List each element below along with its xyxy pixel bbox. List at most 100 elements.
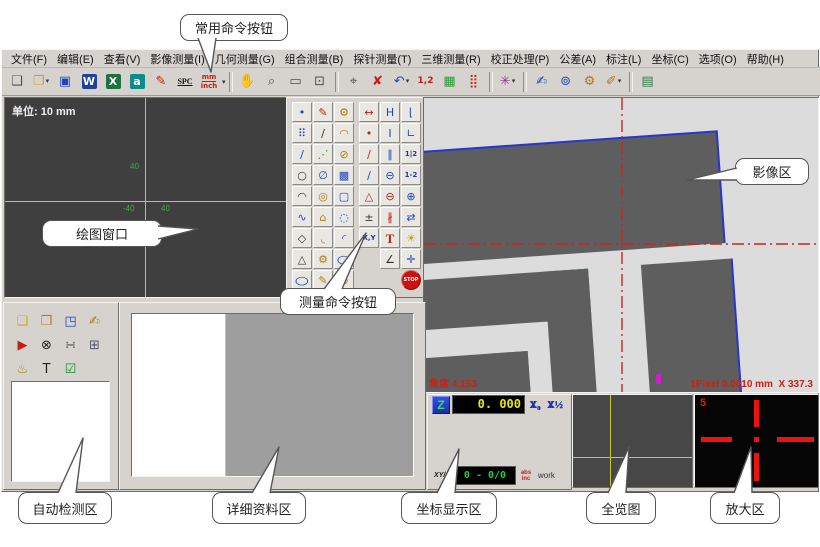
point-number-labels[interactable]: 1,2 bbox=[415, 71, 437, 93]
stage-traverse[interactable]: ✳▾ bbox=[497, 71, 519, 93]
axis-align-12[interactable]: 1|2 bbox=[401, 144, 421, 164]
zoom-tool[interactable]: ⌕ bbox=[261, 71, 283, 93]
abort-run[interactable]: ⊗ bbox=[35, 334, 58, 356]
axis-zero-button[interactable]: Z₀ bbox=[525, 399, 545, 411]
dropdown-caret[interactable]: ▾ bbox=[618, 78, 622, 85]
open-part[interactable]: ❒ bbox=[35, 310, 58, 332]
settings-gears[interactable]: ⚙ bbox=[579, 71, 601, 93]
menu-item[interactable]: 探针测量(T) bbox=[348, 51, 416, 67]
offset-point[interactable]: ± bbox=[359, 207, 379, 227]
angle-3pt[interactable]: △ bbox=[359, 186, 379, 206]
text-tolerance[interactable]: T bbox=[35, 358, 58, 380]
magnifier-view[interactable]: 5 bbox=[694, 394, 819, 488]
circle-scan[interactable]: ◌ bbox=[334, 207, 354, 227]
open-file[interactable]: ❒▾ bbox=[30, 71, 52, 93]
polygon-tool[interactable]: △ bbox=[292, 249, 312, 269]
drawing-window[interactable]: 单位: 10 mm 40 -40 40 bbox=[4, 97, 287, 298]
menu-item[interactable]: 编辑(E) bbox=[52, 51, 99, 67]
menu-item[interactable]: 公差(A) bbox=[554, 51, 601, 67]
mode-xy-rtheta-button[interactable]: XY/rθ bbox=[432, 467, 454, 484]
rectangle-tool[interactable]: ◇ bbox=[292, 228, 312, 248]
dot-array-display[interactable]: ⣿ bbox=[463, 71, 485, 93]
circle-line-distance[interactable]: ⊖ bbox=[380, 165, 400, 185]
stage-move-cross[interactable]: ✛ bbox=[401, 249, 421, 269]
menu-item[interactable]: 选项(O) bbox=[694, 51, 742, 67]
point-array[interactable]: ⠿ bbox=[292, 123, 312, 143]
rect-scan[interactable]: ▢ bbox=[334, 186, 354, 206]
dropdown-caret[interactable]: ▾ bbox=[406, 78, 410, 85]
step-nodes[interactable]: ∺ bbox=[59, 334, 82, 356]
grid-display[interactable]: ▦ bbox=[439, 71, 461, 93]
point-line-perp[interactable]: ⌊ bbox=[401, 102, 421, 122]
perpendicularity[interactable]: ∟ bbox=[401, 123, 421, 143]
menu-item[interactable]: 三维测量(R) bbox=[416, 51, 485, 67]
dropdown-caret[interactable]: ▾ bbox=[46, 78, 50, 85]
area-scan[interactable]: ▩ bbox=[334, 165, 354, 185]
angle-tool[interactable]: ∠ bbox=[380, 249, 400, 269]
select-rectangle[interactable]: ▭ bbox=[285, 71, 307, 93]
dropdown-caret[interactable]: ▾ bbox=[222, 78, 226, 86]
image-capture[interactable]: ▤ bbox=[637, 71, 659, 93]
cylinder-tool[interactable]: ∅ bbox=[313, 165, 333, 185]
part-model[interactable]: ◳ bbox=[59, 310, 82, 332]
line-multipoint[interactable]: ∕ bbox=[292, 144, 312, 164]
swap-axes[interactable]: ⇄ bbox=[401, 207, 421, 227]
network-globe[interactable]: ⊚ bbox=[555, 71, 577, 93]
fillet-tool[interactable]: ◟ bbox=[313, 228, 333, 248]
gear-pair[interactable]: ⚙ bbox=[313, 249, 333, 269]
tile-windows[interactable]: ⊞ bbox=[83, 334, 106, 356]
menu-item[interactable]: 文件(F) bbox=[6, 51, 52, 67]
stop-measure[interactable]: STOP bbox=[401, 270, 421, 290]
lamp-control[interactable]: ☀ bbox=[401, 228, 421, 248]
verify-check[interactable]: ☑ bbox=[59, 358, 82, 380]
pan-hand[interactable]: ✋ bbox=[237, 71, 259, 93]
line-construct[interactable]: ∕ bbox=[359, 144, 379, 164]
delete[interactable]: ✘ bbox=[367, 71, 389, 93]
menu-item[interactable]: 查看(V) bbox=[99, 51, 146, 67]
zoom-window[interactable]: ⊡ bbox=[309, 71, 331, 93]
run-program[interactable]: ▶ bbox=[11, 334, 34, 356]
export-dxf[interactable]: a bbox=[126, 71, 148, 93]
circle-circle-distance[interactable]: ⊖ bbox=[380, 186, 400, 206]
distance-lines-h[interactable]: H bbox=[380, 102, 400, 122]
program-edit[interactable]: ✍ bbox=[531, 71, 553, 93]
detail-list[interactable] bbox=[132, 314, 226, 476]
distance-2pt[interactable]: ↔ bbox=[359, 102, 379, 122]
new-part[interactable]: ❑ bbox=[11, 310, 34, 332]
distance-lines-v[interactable]: I bbox=[380, 123, 400, 143]
mm-inch-toggle[interactable]: mm inch bbox=[198, 71, 220, 93]
angle-2lines[interactable]: ∦ bbox=[380, 207, 400, 227]
menu-item[interactable]: 标注(L) bbox=[601, 51, 646, 67]
menu-item[interactable]: 坐标(C) bbox=[646, 51, 693, 67]
menu-item[interactable]: 帮助(H) bbox=[742, 51, 789, 67]
axis-align-2[interactable]: 1-2 bbox=[401, 165, 421, 185]
image-area[interactable]: 角度 4.153 1Pixel 0.0010 mm X 337.3 bbox=[423, 97, 819, 393]
circle-find[interactable]: ⊙ bbox=[334, 270, 354, 290]
axis-button[interactable]: Z bbox=[432, 396, 450, 414]
save[interactable]: ▣ bbox=[54, 71, 76, 93]
teach-edit[interactable]: ✍ bbox=[83, 310, 106, 332]
text-annotation[interactable]: T bbox=[380, 228, 400, 248]
overview-map[interactable] bbox=[572, 394, 693, 488]
edge-detect-cursor[interactable]: ⌖ bbox=[343, 71, 365, 93]
parallelism[interactable]: ∥ bbox=[380, 144, 400, 164]
menu-item[interactable]: 几何测量(G) bbox=[210, 51, 280, 67]
point-on-element[interactable]: ✎ bbox=[313, 102, 333, 122]
menu-item[interactable]: 组合测量(B) bbox=[280, 51, 349, 67]
line-angle[interactable]: ∕ bbox=[359, 165, 379, 185]
arc-scan[interactable]: ◜ bbox=[334, 228, 354, 248]
midpoint-tool[interactable]: • bbox=[359, 123, 379, 143]
auto-arc[interactable]: ◠ bbox=[334, 123, 354, 143]
scan-line[interactable]: ⋰ bbox=[313, 144, 333, 164]
report-notes[interactable]: ✐▾ bbox=[603, 71, 625, 93]
sketch-measure[interactable]: ✎ bbox=[313, 270, 333, 290]
coordinate-display[interactable]: X,Y bbox=[359, 228, 379, 248]
point-tool[interactable]: • bbox=[292, 102, 312, 122]
axis-half-button[interactable]: Z½ bbox=[545, 399, 565, 411]
menu-item[interactable]: 影像测量(I) bbox=[145, 51, 209, 67]
curve-tool[interactable]: ∿ bbox=[292, 207, 312, 227]
undo[interactable]: ↶▾ bbox=[391, 71, 413, 93]
ellipse-scan[interactable]: ○ bbox=[334, 249, 354, 269]
dropdown-caret[interactable]: ▾ bbox=[512, 78, 516, 85]
concentricity[interactable]: ⊕ bbox=[401, 186, 421, 206]
